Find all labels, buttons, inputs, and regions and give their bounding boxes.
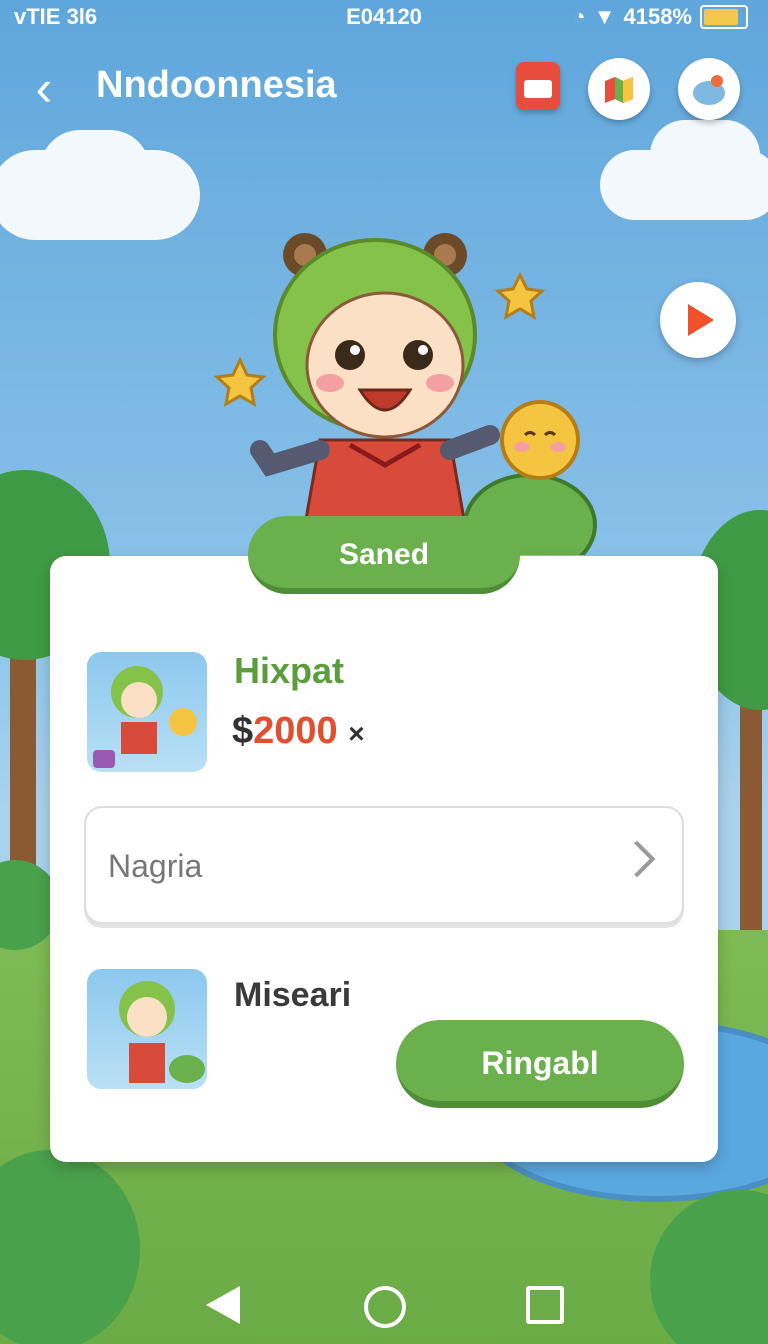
region-select[interactable]: Nagria: [84, 806, 684, 924]
profile-icon[interactable]: [678, 58, 740, 120]
product-thumbnail: [87, 652, 207, 772]
price-value: 2000: [253, 710, 338, 752]
second-thumbnail: [87, 969, 207, 1089]
play-icon[interactable]: [660, 282, 736, 358]
nav-back-icon[interactable]: [206, 1286, 240, 1324]
region-select-label: Nagria: [108, 848, 203, 884]
multiply-icon: ×: [348, 718, 365, 749]
calendar-icon[interactable]: [516, 62, 560, 110]
battery-level: [704, 9, 738, 25]
nav-home-icon[interactable]: [364, 1286, 406, 1328]
mascot-illustration: [213, 233, 597, 555]
back-arrow-icon[interactable]: ‹: [20, 60, 68, 116]
currency-symbol: $: [232, 710, 254, 752]
battery-icon: [700, 5, 748, 29]
tree-trunk: [740, 680, 762, 930]
header: ‹ Nndoonnesia: [0, 50, 768, 130]
action-button[interactable]: Ringabl: [396, 1020, 684, 1108]
cloud: [650, 120, 760, 190]
star-icon: [494, 271, 546, 320]
cloud: [40, 130, 150, 210]
product-price: $2000 ×: [232, 710, 365, 753]
chevron-right-icon: [618, 840, 656, 878]
saved-tag-button[interactable]: Saned: [248, 516, 520, 594]
nav-recents-icon[interactable]: [526, 1286, 564, 1324]
alarm-icon: ◔: [572, 4, 586, 29]
star-icon: [213, 356, 267, 407]
battery-percent: 4158%: [623, 4, 692, 29]
status-right: ◔ ▼ 4158%: [572, 4, 748, 30]
system-nav-bar: [0, 1270, 768, 1344]
second-item-name: Miseari: [234, 976, 352, 1014]
status-bar: vTIE 3l6 E04120 ◔ ▼ 4158%: [0, 0, 768, 34]
product-name: Hixpat: [234, 650, 345, 691]
map-icon[interactable]: [588, 58, 650, 120]
wifi-icon: ▼: [593, 4, 616, 29]
page-title: Nndoonnesia: [96, 64, 337, 106]
